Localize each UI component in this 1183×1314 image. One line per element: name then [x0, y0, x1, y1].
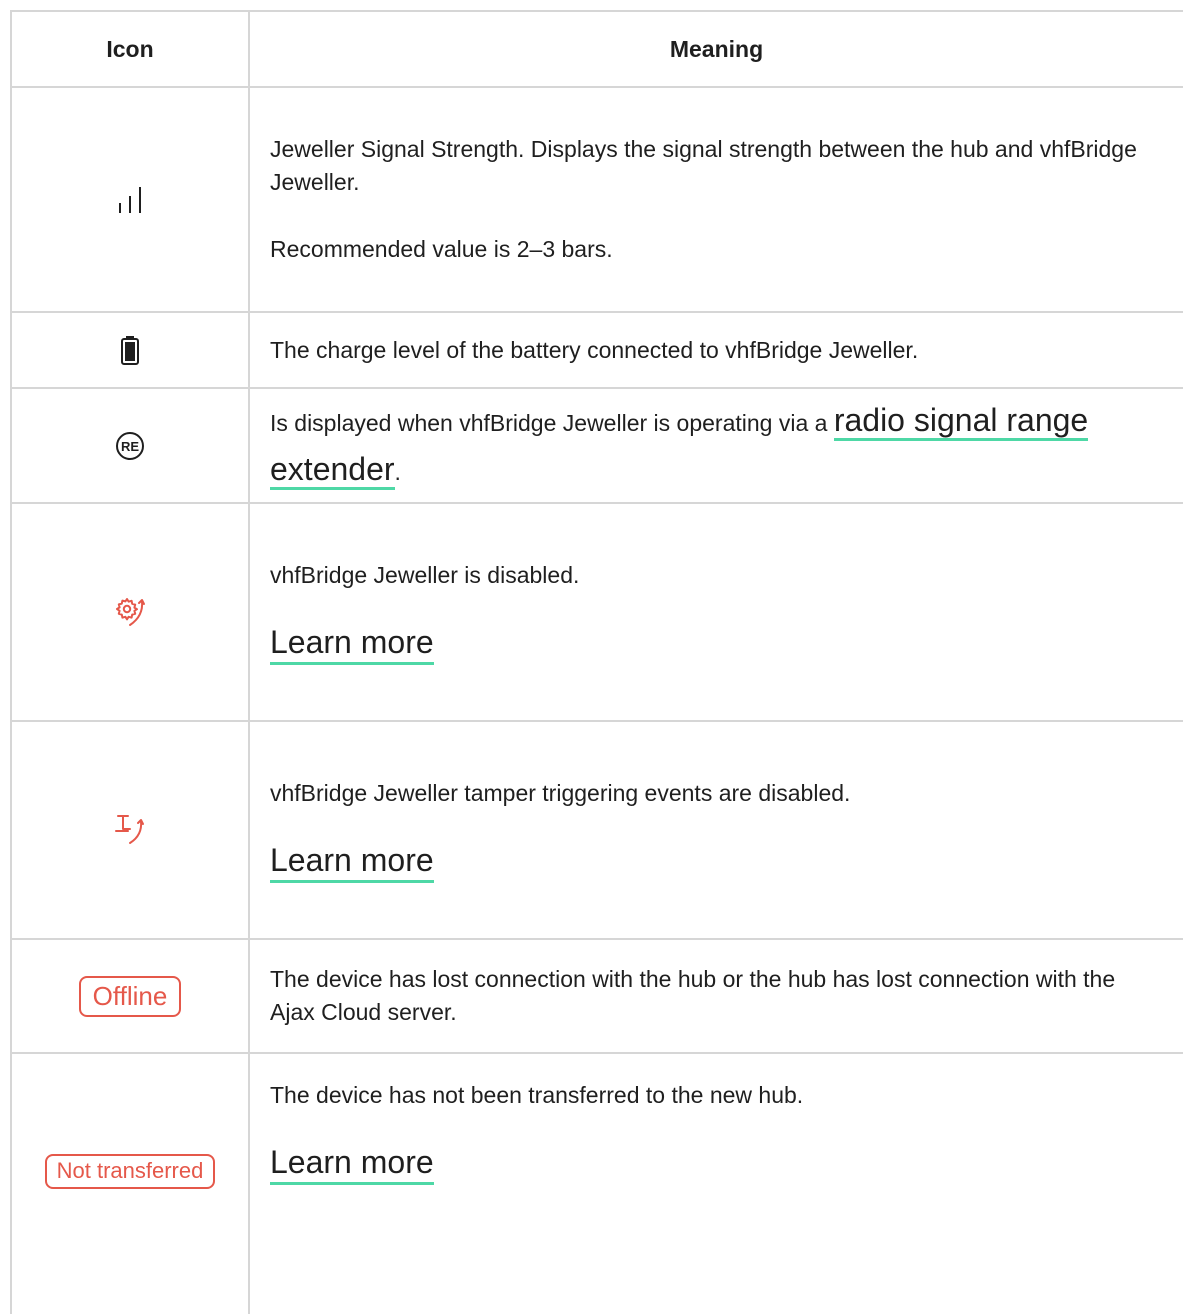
offline-badge: Offline	[78, 975, 182, 1017]
meaning-text: vhfBridge Jeweller is disabled.	[270, 562, 580, 588]
meaning-text: vhfBridge Jeweller tamper triggering eve…	[270, 780, 851, 806]
meaning-cell: vhfBridge Jeweller is disabled. Learn mo…	[248, 502, 1183, 722]
column-header-icon: Icon	[10, 10, 250, 88]
meaning-cell: The device has not been transferred to t…	[248, 1052, 1183, 1314]
table-row: Jeweller Signal Strength. Displays the s…	[10, 86, 1183, 313]
table-row: vhfBridge Jeweller is disabled. Learn mo…	[10, 502, 1183, 722]
table-row: The charge level of the battery connecte…	[10, 311, 1183, 389]
meaning-cell: Jeweller Signal Strength. Displays the s…	[248, 86, 1183, 313]
signal-strength-icon	[119, 186, 141, 213]
meaning-cell: Is displayed when vhfBridge Jeweller is …	[248, 387, 1183, 504]
table-row: Not transferred The device has not been …	[10, 1052, 1183, 1314]
column-header-meaning: Meaning	[248, 10, 1183, 88]
meaning-cell: vhfBridge Jeweller tamper triggering eve…	[248, 720, 1183, 940]
table-row: RE Is displayed when vhfBridge Jeweller …	[10, 387, 1183, 504]
learn-more-link[interactable]: Learn more	[270, 622, 434, 665]
range-extender-icon-label: RE	[121, 439, 139, 454]
meaning-cell: The device has lost connection with the …	[248, 938, 1183, 1054]
icon-cell	[10, 311, 250, 389]
table-row: vhfBridge Jeweller tamper triggering eve…	[10, 720, 1183, 940]
table-row: Offline The device has lost connection w…	[10, 938, 1183, 1054]
table-header-row: Icon Meaning	[10, 10, 1183, 88]
icon-cell	[10, 86, 250, 313]
tamper-disabled-icon	[115, 815, 144, 844]
meaning-note: Recommended value is 2–3 bars.	[270, 236, 613, 262]
meaning-text: Jeweller Signal Strength. Displays the s…	[270, 136, 1137, 195]
icon-cell: Offline	[10, 938, 250, 1054]
meaning-text: The charge level of the battery connecte…	[270, 336, 919, 363]
meaning-cell: The charge level of the battery connecte…	[248, 311, 1183, 389]
icon-cell: RE	[10, 387, 250, 504]
meaning-text: Is displayed when vhfBridge Jeweller is …	[270, 409, 834, 436]
icon-cell: Not transferred	[10, 1052, 250, 1314]
meaning-text-end: .	[394, 458, 401, 485]
icon-cell	[10, 720, 250, 940]
range-extender-icon: RE	[116, 431, 144, 460]
meaning-text: The device has lost connection with the …	[270, 966, 1116, 1025]
battery-icon	[121, 336, 139, 365]
device-disabled-icon	[116, 598, 145, 626]
learn-more-link[interactable]: Learn more	[270, 1142, 434, 1185]
meaning-text: The device has not been transferred to t…	[270, 1082, 804, 1108]
learn-more-link[interactable]: Learn more	[270, 840, 434, 883]
icon-meaning-table: Icon Meaning Jeweller Signal Strength. D…	[10, 10, 1183, 1314]
icon-cell	[10, 502, 250, 722]
not-transferred-badge: Not transferred	[44, 1154, 216, 1189]
